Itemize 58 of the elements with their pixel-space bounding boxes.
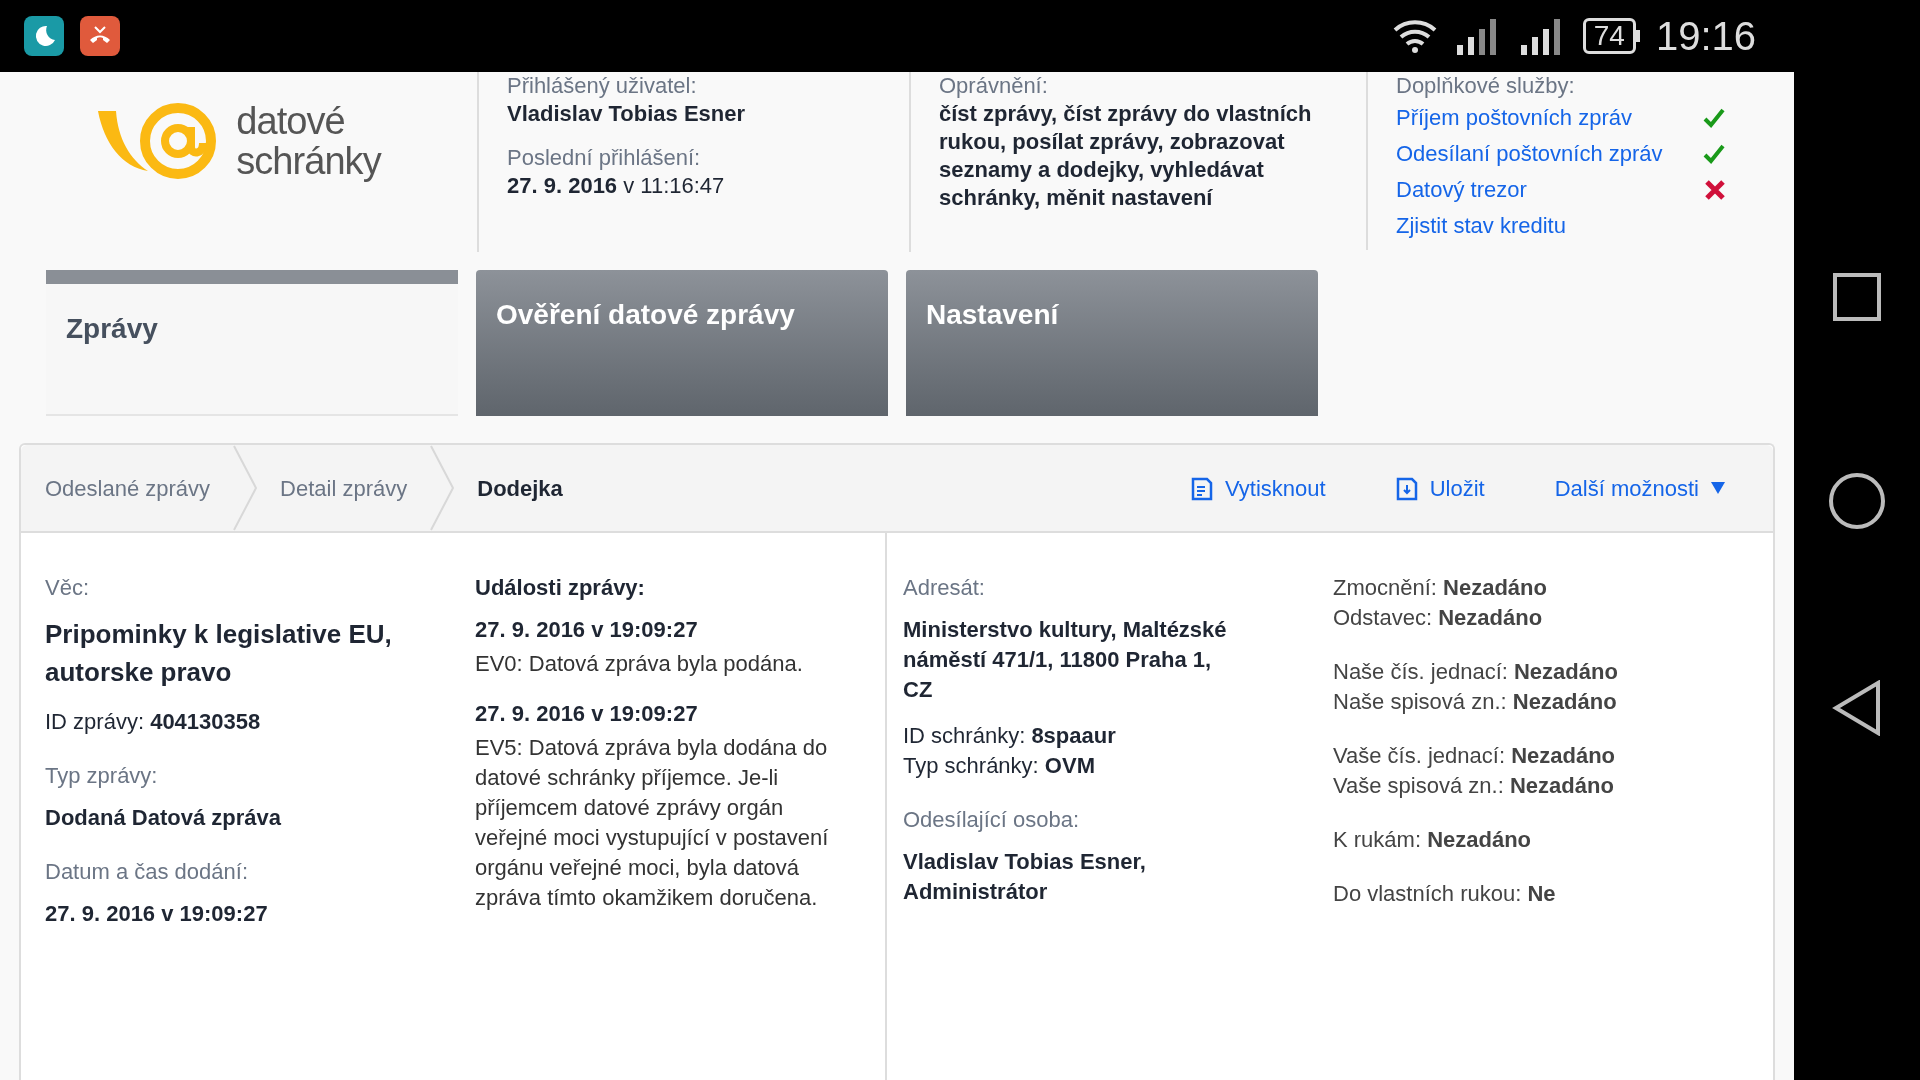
event-time: 27. 9. 2016 v 19:09:27 [475,616,699,644]
nav-tab[interactable]: Zprávy [46,270,458,416]
detail-field: Vaše spisová zn.: Nezadáno [1333,771,1618,801]
delivery-time: 27. 9. 2016 v 19:09:27 [45,900,269,928]
field-label: Odesílající osoba: [903,806,1081,834]
toolbar-action[interactable]: Uložit [1395,471,1485,505]
toolbar-action[interactable]: Vytisknout [1191,471,1326,505]
file-download-icon [1395,475,1418,501]
box-info: Typ schránky: OVM [903,752,1096,780]
sender-name: Vladislav Tobias Esner, Administrátor [903,848,1147,906]
service-link[interactable]: Datový trezor [1396,176,1527,204]
field-label: Adresát: [903,574,986,602]
permissions-text: číst zprávy, číst zprávy do vlastních rukou, posílat zprávy, zobrazovat seznamy a dodejky, vyhledávat schránky, měnit nastavení [939,100,1313,212]
detail-field: Naše spisová zn.: Nezadáno [1333,687,1618,717]
recent-apps-icon[interactable] [1832,272,1882,322]
detail-field: Naše čís. jednací: Nezadáno [1333,657,1618,687]
detail-field: K rukám: Nezadáno [1333,825,1618,855]
detail-field: Zmocnění: Nezadáno [1333,573,1618,603]
missed-call-app-icon[interactable] [80,16,120,56]
home-icon[interactable] [1828,472,1886,530]
field-label: Doplňkové služby: [1396,72,1576,100]
logo-text: datové [236,101,346,141]
clock-time: 19:16 [1655,13,1756,60]
nav-tab[interactable]: Ověření datové zprávy [476,270,888,416]
field-label: Věc: [45,574,91,602]
logo-text: schránky [236,141,381,181]
user-name: Vladislav Tobias Esner [507,100,747,128]
breadcrumb-link[interactable]: Detail zprávy [280,471,408,505]
last-login-value: 27. 9. 2016 v 11:16:47 [507,172,726,200]
event-text: EV0: Datová zpráva byla podána. [475,650,804,678]
back-icon[interactable] [1832,680,1882,736]
event-time: 27. 9. 2016 v 19:09:27 [475,700,699,728]
breadcrumb-link[interactable]: Odeslané zprávy [45,471,211,505]
recipient-address: Ministerstvo kultury, Maltézské náměstí 471/1, 11800 Praha 1, CZ [903,616,1228,704]
detail-field: Vaše čís. jednací: Nezadáno [1333,741,1618,771]
document-icon [1191,475,1213,501]
service-link[interactable]: Odesílaní poštovních zpráv [1396,140,1663,168]
field-label: Typ zprávy: [45,762,159,790]
service-link[interactable]: Zjistit stav kreditu [1396,212,1566,240]
field-label: Přihlášený uživatel: [507,72,698,100]
detail-field: Odstavec: Nezadáno [1333,603,1618,633]
field-label: Oprávnění: [939,72,1049,100]
event-text: EV5: Datová zpráva byla dodána do datové schránky příjemce. Je-li příjemcem datové zprávy orgán veřejné moci vystupující v postavení orgánu veřejné moci, byla datová zpráva tímto okamžikem doručena. [475,734,830,912]
message-id: ID zprávy: 404130358 [45,708,262,736]
breadcrumb-link[interactable]: Dodejka [477,471,563,505]
nav-tab[interactable]: Nastavení [906,270,1318,416]
toolbar-action[interactable]: Další možnosti [1554,471,1725,505]
box-info: ID schránky: 8spaaur [903,722,1117,750]
battery-indicator: 74 [1582,18,1636,54]
message-subject: Pripominky k legislative EU, autorske pravo [45,618,393,689]
caret-down-icon [1711,482,1725,494]
detail-field: Do vlastních rukou: Ne [1333,879,1618,909]
message-type: Dodaná Datová zpráva [45,804,282,832]
service-link[interactable]: Příjem poštovních zpráv [1396,104,1632,132]
moon-app-icon[interactable] [24,16,64,56]
events-title: Události zprávy: [475,574,646,602]
field-label: Poslední přihlášení: [507,144,702,172]
field-label: Datum a čas dodání: [45,858,249,886]
